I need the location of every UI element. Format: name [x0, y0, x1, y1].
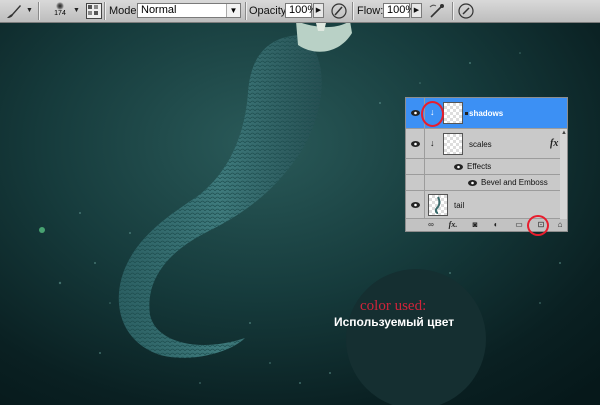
layer-thumbnail[interactable] — [428, 194, 448, 216]
separator — [104, 2, 106, 20]
highlight-circle-clip — [421, 101, 444, 127]
visibility-toggle[interactable] — [406, 129, 425, 158]
folder-icon[interactable]: ▭ — [513, 220, 525, 230]
trash-icon[interactable]: ⌂ — [554, 220, 566, 230]
separator — [452, 2, 454, 20]
layer-name[interactable]: scales — [469, 140, 492, 149]
eye-icon[interactable] — [468, 180, 477, 186]
opacity-slider-toggle-icon[interactable]: ▶ — [313, 3, 324, 18]
scroll-up-icon[interactable]: ▲ — [561, 130, 567, 136]
visibility-toggle[interactable] — [406, 191, 425, 218]
options-bar: ▼ 174 ▼ Mode: Normal ▼ Opacity: 100% ▶ F… — [0, 0, 600, 23]
layer-row-scales[interactable]: ↓ scales fx — [406, 129, 567, 159]
eye-icon[interactable] — [411, 141, 420, 147]
mode-dropdown-icon[interactable]: ▼ — [226, 4, 240, 17]
link-dot-icon — [465, 112, 468, 115]
eye-icon[interactable] — [411, 202, 420, 208]
effect-row-bevel-emboss[interactable]: Bevel and Emboss — [406, 175, 567, 191]
color-used-annotation-ru: Используемый цвет — [334, 315, 455, 329]
color-swatch-circle — [346, 269, 486, 405]
fx-icon[interactable]: fx. — [446, 220, 460, 230]
separator — [352, 2, 354, 20]
opacity-input[interactable]: 100% — [285, 3, 317, 18]
clipping-arrow-icon: ↓ — [430, 138, 435, 148]
mode-select[interactable]: Normal ▼ — [137, 3, 241, 18]
brush-dropdown-icon[interactable]: ▼ — [73, 7, 80, 14]
layer-row-tail[interactable]: tail — [406, 191, 567, 219]
effects-label: Effects — [467, 162, 492, 171]
eye-icon[interactable] — [454, 164, 463, 170]
link-icon[interactable]: ∞ — [424, 220, 438, 230]
layer-thumbnail[interactable] — [443, 133, 463, 155]
layer-thumbnail[interactable] — [443, 102, 463, 124]
opacity-label: Opacity: — [249, 5, 290, 17]
separator — [38, 2, 40, 20]
layer-name[interactable]: shadows — [469, 109, 503, 118]
mode-value: Normal — [141, 4, 177, 16]
brush-preset-picker[interactable]: 174 — [47, 1, 73, 21]
flow-label: Flow: — [357, 5, 384, 17]
mask-icon[interactable]: ◙ — [469, 220, 481, 230]
effect-name: Bevel and Emboss — [481, 178, 548, 187]
visibility-cell — [406, 175, 425, 190]
brush-tip-icon — [56, 2, 64, 10]
eye-icon[interactable] — [411, 110, 420, 116]
flow-slider-toggle-icon[interactable]: ▶ — [411, 3, 422, 18]
color-used-annotation: color used: — [360, 298, 427, 314]
adjustment-icon[interactable]: ◐ — [490, 220, 502, 230]
visibility-cell — [406, 159, 425, 174]
tool-preset-dropdown-icon[interactable]: ▼ — [26, 7, 33, 14]
flow-input[interactable]: 100% — [383, 3, 415, 18]
brush-size: 174 — [54, 10, 66, 17]
tablet-pressure-icon[interactable] — [457, 2, 475, 20]
fx-indicator-icon[interactable]: fx — [550, 138, 558, 149]
brush-tool-icon[interactable] — [4, 2, 24, 20]
mode-label: Mode: — [109, 5, 140, 17]
brush-panel-toggle-icon[interactable] — [86, 3, 102, 19]
highlight-circle-new-layer — [527, 215, 549, 236]
layers-scrollbar[interactable]: ▲ — [560, 129, 567, 219]
layer-name[interactable]: tail — [454, 201, 464, 210]
separator — [245, 2, 247, 20]
opacity-pressure-icon[interactable] — [330, 2, 348, 20]
airbrush-icon[interactable] — [428, 2, 446, 20]
effects-row[interactable]: Effects — [406, 159, 567, 175]
